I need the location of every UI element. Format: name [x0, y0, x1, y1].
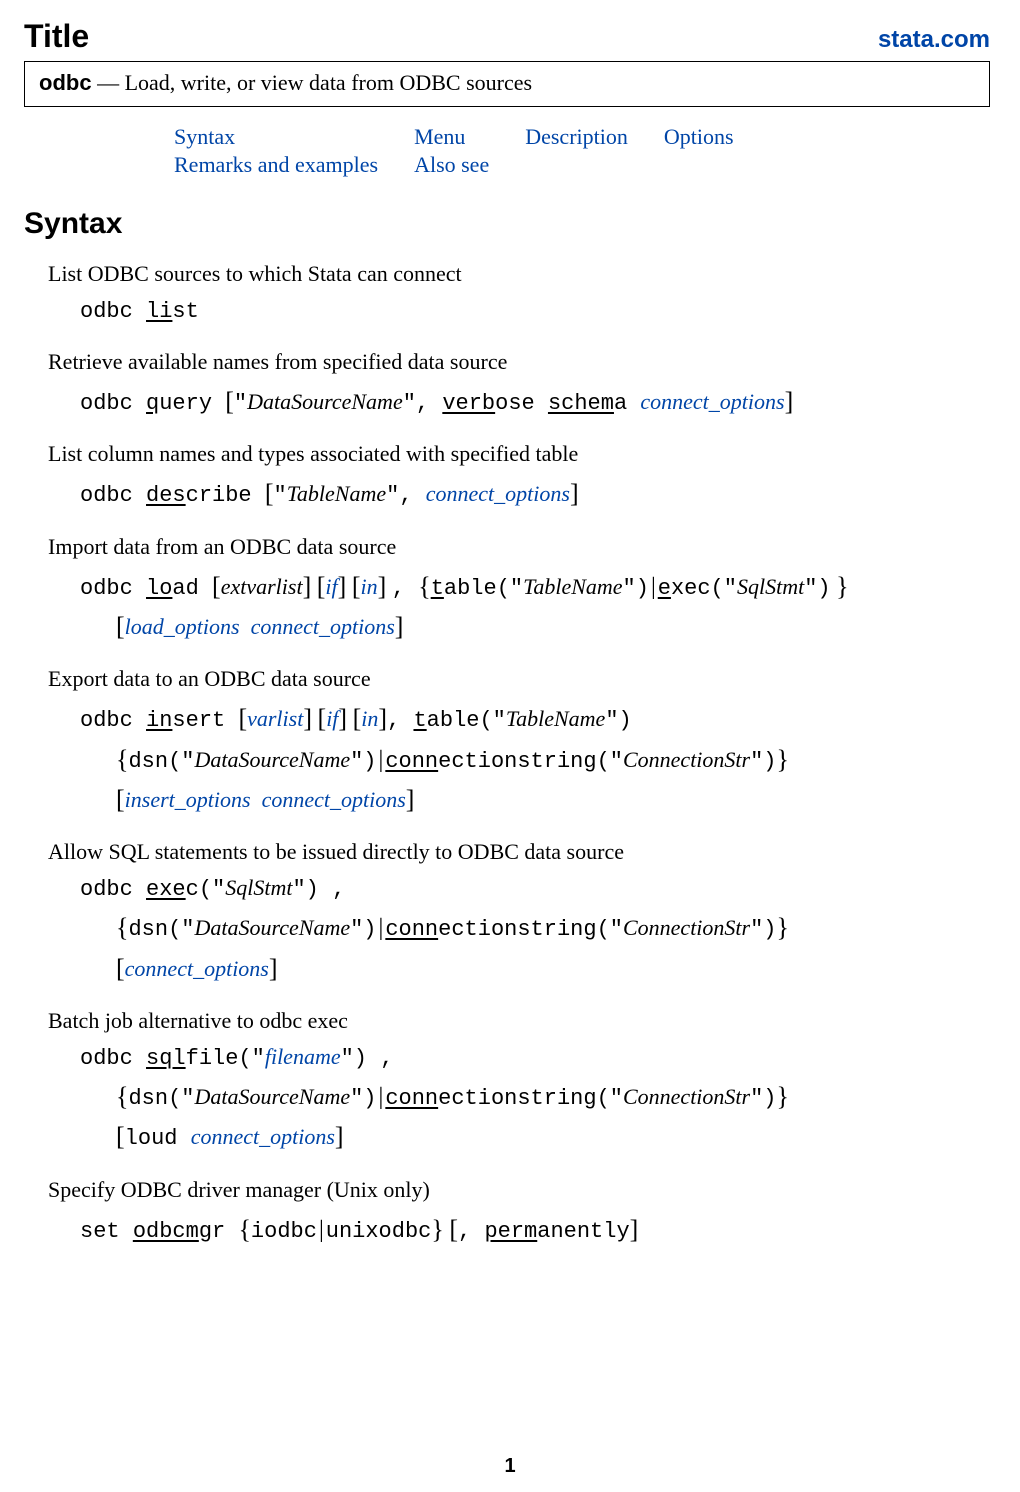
page-title: Title: [24, 18, 89, 55]
exec-desc: Allow SQL statements to be issued direct…: [48, 839, 990, 865]
describe-desc: List column names and types associated w…: [48, 441, 990, 467]
command-dash: —: [92, 70, 125, 95]
syntax-odbcmgr: set odbcmgr {iodbc|unixodbc} [, permanen…: [80, 1209, 990, 1249]
command-name: odbc: [39, 70, 92, 95]
connect-options-link[interactable]: connect_options: [251, 614, 395, 639]
nav-menu[interactable]: Menu: [414, 124, 465, 149]
if-link[interactable]: if: [326, 706, 338, 731]
syntax-load-2: [load_options connect_options]: [116, 606, 990, 646]
syntax-exec-2: {dsn("DataSourceName")|connectionstring(…: [116, 907, 990, 947]
nav-syntax[interactable]: Syntax: [174, 124, 235, 149]
syntax-insert-3: [insert_options connect_options]: [116, 779, 990, 819]
connect-options-link[interactable]: connect_options: [262, 787, 406, 812]
list-desc: List ODBC sources to which Stata can con…: [48, 261, 990, 287]
document-page: Title stata.com odbc — Load, write, or v…: [0, 0, 1020, 1492]
syntax-heading: Syntax: [24, 207, 990, 241]
if-link[interactable]: if: [325, 574, 337, 599]
syntax-sqlfile-3: [loud connect_options]: [116, 1116, 990, 1156]
syntax-exec: odbc exec("SqlStmt") ,: [80, 871, 990, 907]
insert-options-link[interactable]: insert_options: [125, 787, 251, 812]
connect-options-link[interactable]: connect_options: [125, 956, 269, 981]
in-link[interactable]: in: [361, 706, 378, 731]
load-options-link[interactable]: load_options: [125, 614, 240, 639]
syntax-insert: odbc insert [varlist] [if] [in], table("…: [80, 698, 990, 738]
syntax-describe: odbc describe ["TableName", connect_opti…: [80, 473, 990, 513]
syntax-exec-3: [connect_options]: [116, 948, 990, 988]
syntax-load: odbc load [extvarlist] [if] [in] , {tabl…: [80, 566, 990, 606]
page-number: 1: [0, 1455, 1020, 1478]
varlist-link[interactable]: varlist: [247, 706, 303, 731]
syntax-list: odbc list: [80, 293, 990, 329]
nav-links: Syntax Menu Description Options Remarks …: [174, 123, 990, 179]
nav-description[interactable]: Description: [525, 124, 628, 149]
command-desc: Load, write, or view data from ODBC sour…: [125, 70, 533, 95]
title-row: Title stata.com: [24, 18, 990, 55]
nav-options[interactable]: Options: [664, 124, 734, 149]
sqlfile-desc: Batch job alternative to odbc exec: [48, 1008, 990, 1034]
syntax-query: odbc query ["DataSourceName", verbose sc…: [80, 381, 990, 421]
nav-remarks[interactable]: Remarks and examples: [174, 152, 378, 177]
connect-options-link[interactable]: connect_options: [191, 1124, 335, 1149]
syntax-sqlfile: odbc sqlfile("filename") ,: [80, 1040, 990, 1076]
syntax-insert-2: {dsn("DataSourceName")|connectionstring(…: [116, 739, 990, 779]
command-title-box: odbc — Load, write, or view data from OD…: [24, 61, 990, 107]
stata-link[interactable]: stata.com: [878, 26, 990, 54]
filename-link[interactable]: filename: [265, 1044, 341, 1069]
insert-desc: Export data to an ODBC data source: [48, 666, 990, 692]
query-desc: Retrieve available names from specified …: [48, 349, 990, 375]
connect-options-link[interactable]: connect_options: [426, 481, 570, 506]
odbcmgr-desc: Specify ODBC driver manager (Unix only): [48, 1177, 990, 1203]
nav-also-see[interactable]: Also see: [414, 152, 489, 177]
connect-options-link[interactable]: connect_options: [640, 389, 784, 414]
in-link[interactable]: in: [361, 574, 378, 599]
load-desc: Import data from an ODBC data source: [48, 534, 990, 560]
syntax-sqlfile-2: {dsn("DataSourceName")|connectionstring(…: [116, 1076, 990, 1116]
